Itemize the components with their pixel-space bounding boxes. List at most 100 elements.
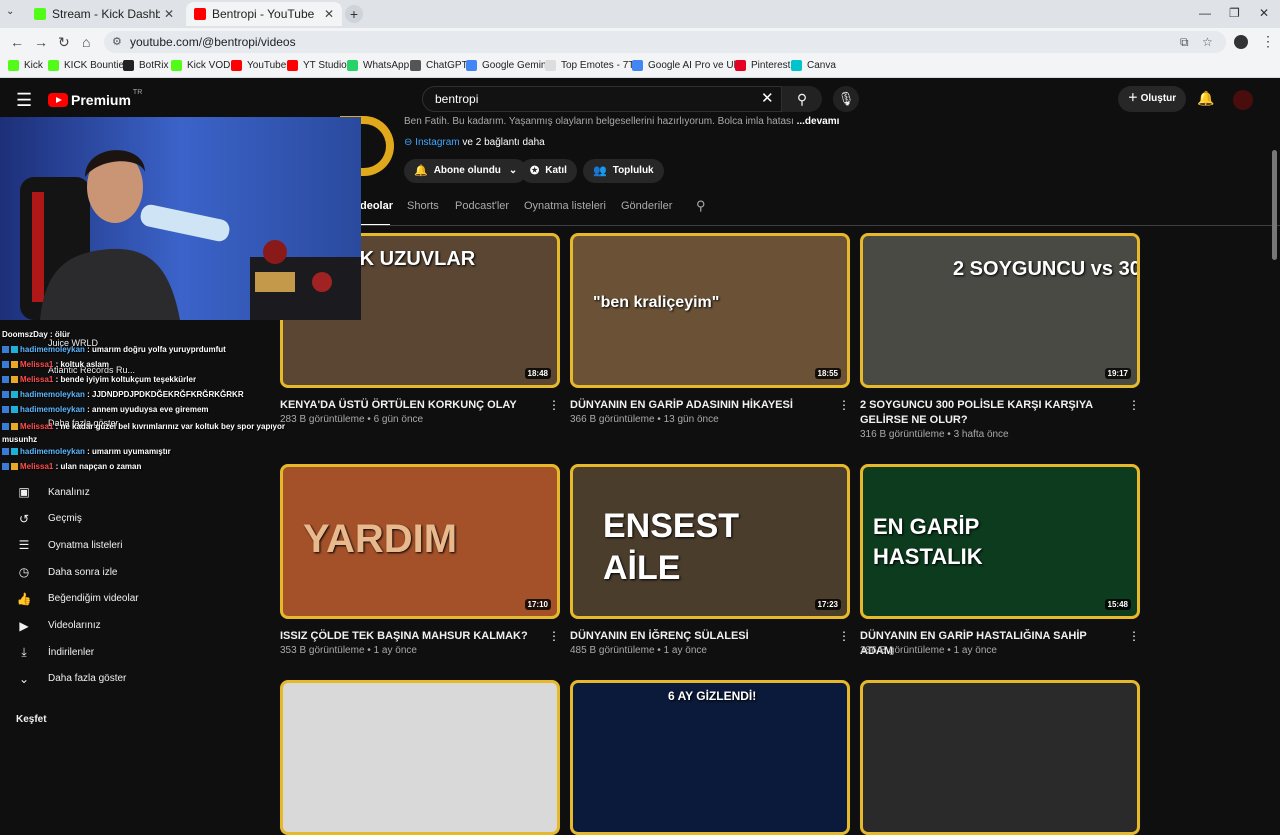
sidebar-item[interactable]: ↺ Geçmiş (16, 509, 82, 529)
restore-icon[interactable]: ❐ (1229, 6, 1240, 20)
video-title[interactable]: 2 SOYGUNCU 300 POLİSLE KARŞI KARŞIYA GEL… (860, 398, 1115, 428)
tab-playlists[interactable]: Oynatma listeleri (524, 200, 606, 212)
video-title[interactable]: ISSIZ ÇÖLDE TEK BAŞINA MAHSUR KALMAK? (280, 629, 535, 644)
video-thumbnail[interactable]: YARDIM 17:10 (280, 464, 560, 619)
bookmark-item[interactable]: YouTube (231, 60, 286, 71)
account-avatar[interactable] (1233, 90, 1253, 110)
video-options-icon[interactable]: ⋮ (838, 398, 850, 412)
community-button[interactable]: 👥 Topluluk (583, 159, 664, 183)
video-thumbnail[interactable]: 6 AY GİZLENDİ! (570, 680, 850, 835)
tab-podcasts[interactable]: Podcast'ler (455, 200, 509, 212)
sidebar-item[interactable]: ☰ Oynatma listeleri (16, 535, 123, 555)
page-scrollbar-thumb[interactable] (1272, 150, 1277, 260)
sidebar-item[interactable]: ▶ Videolarınız (16, 616, 100, 636)
reload-icon[interactable]: ↻ (58, 34, 70, 50)
home-icon[interactable]: ⌂ (82, 34, 90, 50)
tab-shorts[interactable]: Shorts (407, 200, 439, 212)
search-button[interactable]: ⚲ (782, 86, 822, 112)
browser-tab-youtube[interactable]: Bentropi - YouTube ✕ (186, 2, 342, 26)
clear-search-icon[interactable]: ✕ (761, 89, 774, 107)
video-options-icon[interactable]: ⋮ (1128, 629, 1140, 643)
bookmark-item[interactable]: Google Gemini (466, 60, 549, 71)
browser-menu-icon[interactable]: ⋮ (1261, 33, 1275, 50)
video-thumbnail[interactable] (280, 680, 560, 835)
bookmark-star-icon[interactable]: ☆ (1202, 31, 1213, 53)
video-card[interactable]: 2 SOYGUNCU vs 300 POLİS 19:17 2 SOYGUNCU 3… (860, 233, 1140, 453)
create-button[interactable]: ＋ Oluştur (1118, 86, 1186, 112)
url-text: youtube.com/@bentropi/videos (130, 35, 296, 49)
video-thumbnail[interactable]: 2 SOYGUNCU vs 300 POLİS 19:17 (860, 233, 1140, 388)
video-card[interactable]: 6 AY GİZLENDİ! (570, 680, 850, 835)
video-title[interactable]: DÜNYANIN EN İĞRENÇ SÜLALESİ (570, 629, 825, 644)
new-tab-button[interactable]: + (345, 5, 363, 23)
bookmark-item[interactable]: ChatGPT (410, 60, 468, 71)
video-card[interactable] (860, 680, 1140, 835)
video-options-icon[interactable]: ⋮ (548, 398, 560, 412)
subscribed-button[interactable]: 🔔 Abone olundu ⌄ (404, 159, 528, 183)
video-title[interactable]: DÜNYANIN EN GARİP ADASININ HİKAYESİ (570, 398, 825, 413)
channel-links[interactable]: ⊖ Instagram ve 2 bağlantı daha (404, 137, 545, 148)
sidebar-item-label: Beğendiğim videolar (48, 593, 139, 605)
join-button[interactable]: ✪ Katıl (520, 159, 577, 183)
channel-search-icon[interactable]: ⚲ (696, 198, 706, 214)
back-icon[interactable]: ← (10, 34, 24, 50)
forward-icon[interactable]: → (34, 34, 48, 50)
link-icon: ⊖ (404, 137, 413, 148)
voice-search-button[interactable]: 🎙 (833, 86, 859, 112)
close-window-icon[interactable]: ✕ (1259, 6, 1269, 20)
sidebar-item[interactable]: ▣ Kanalınız (16, 482, 89, 502)
tab-search-chevron-icon[interactable]: ⌄ (6, 6, 14, 17)
tab-videos[interactable]: deolar (360, 200, 393, 212)
chat-text: annem uyuduysa eve giremem (92, 405, 209, 414)
site-info-icon[interactable]: ⚙ (112, 31, 122, 53)
address-bar[interactable]: ⚙ youtube.com/@bentropi/videos ⧉ ☆ (104, 31, 1226, 53)
browser-profile-avatar[interactable] (1234, 35, 1248, 49)
close-tab-icon[interactable]: ✕ (324, 7, 334, 21)
sidebar-item[interactable]: ◷ Daha sonra izle (16, 562, 118, 582)
bookmark-item[interactable]: YT Studio (287, 60, 347, 71)
video-thumbnail[interactable]: EN GARİP HASTALIK 15:48 (860, 464, 1140, 619)
bookmark-item[interactable]: WhatsApp (347, 60, 409, 71)
sidebar-item[interactable]: ⌄ Daha fazla göster (16, 669, 126, 689)
tab-posts[interactable]: Gönderiler (621, 200, 672, 212)
video-options-icon[interactable]: ⋮ (548, 629, 560, 643)
bookmark-item[interactable]: KICK Bounties (48, 60, 129, 71)
bookmark-item[interactable]: Kick VOD (171, 60, 230, 71)
more-links-text[interactable]: ve 2 bağlantı daha (462, 137, 544, 148)
chat-badge-icon (2, 463, 9, 471)
video-card[interactable] (280, 680, 560, 835)
chat-message: hadimemoleykan : annem uyuduysa eve gire… (2, 405, 209, 414)
video-thumbnail[interactable]: "ben kraliçeyim" 18:55 (570, 233, 850, 388)
bookmark-item[interactable]: Pinterest (735, 60, 790, 71)
close-tab-icon[interactable]: ✕ (164, 7, 174, 21)
bookmark-item[interactable]: BotRix (123, 60, 168, 71)
sidebar-item[interactable]: 👍 Beğendiğim videolar (16, 589, 139, 609)
bookmark-item[interactable]: Canva (791, 60, 836, 71)
instagram-link[interactable]: Instagram (415, 137, 459, 148)
download-icon: ⤓ (21, 644, 27, 659)
bookmark-item[interactable]: Kick (8, 60, 43, 71)
video-card[interactable]: YARDIM 17:10 ISSIZ ÇÖLDE TEK BAŞINA MAHSUR… (280, 464, 560, 684)
search-input[interactable]: bentropi (422, 86, 782, 112)
more-link[interactable]: ...devamı (797, 116, 840, 127)
channel-description[interactable]: Ben Fatih. Bu kadarım. Yaşanmış olayları… (404, 116, 839, 127)
notifications-bell-icon[interactable]: 🔔 (1197, 90, 1214, 107)
webcam-overlay (0, 117, 361, 320)
youtube-premium-logo[interactable]: Premium TR (48, 89, 142, 108)
video-title[interactable]: KENYA'DA ÜSTÜ ÖRTÜLEN KORKUNÇ OLAY (280, 398, 535, 413)
bookmarks-bar: Kick KICK Bounties BotRix Kick VOD YouTube YT… (0, 56, 1280, 78)
video-card[interactable]: EN GARİP HASTALIK 15:48 DÜNYANIN EN GARİP … (860, 464, 1140, 684)
video-card[interactable]: ENSEST AİLE 17:23 DÜNYANIN EN İĞRENÇ SÜLAL… (570, 464, 850, 684)
video-options-icon[interactable]: ⋮ (1128, 398, 1140, 412)
video-thumbnail[interactable] (860, 680, 1140, 835)
bookmark-item[interactable]: Google AI Pro ve Ul... (632, 60, 744, 71)
minimize-icon[interactable]: — (1199, 6, 1211, 20)
sidebar-item[interactable]: ⤓ İndirilenler (16, 642, 94, 662)
video-card[interactable]: "ben kraliçeyim" 18:55 DÜNYANIN EN GARİP A… (570, 233, 850, 453)
bookmark-item[interactable]: Top Emotes - 7TV (545, 60, 641, 71)
guide-menu-icon[interactable]: ☰ (16, 90, 32, 111)
browser-tab-kick[interactable]: Stream - Kick Dashboard ✕ (26, 2, 182, 26)
video-thumbnail[interactable]: ENSEST AİLE 17:23 (570, 464, 850, 619)
install-app-icon[interactable]: ⧉ (1180, 31, 1189, 53)
video-options-icon[interactable]: ⋮ (838, 629, 850, 643)
